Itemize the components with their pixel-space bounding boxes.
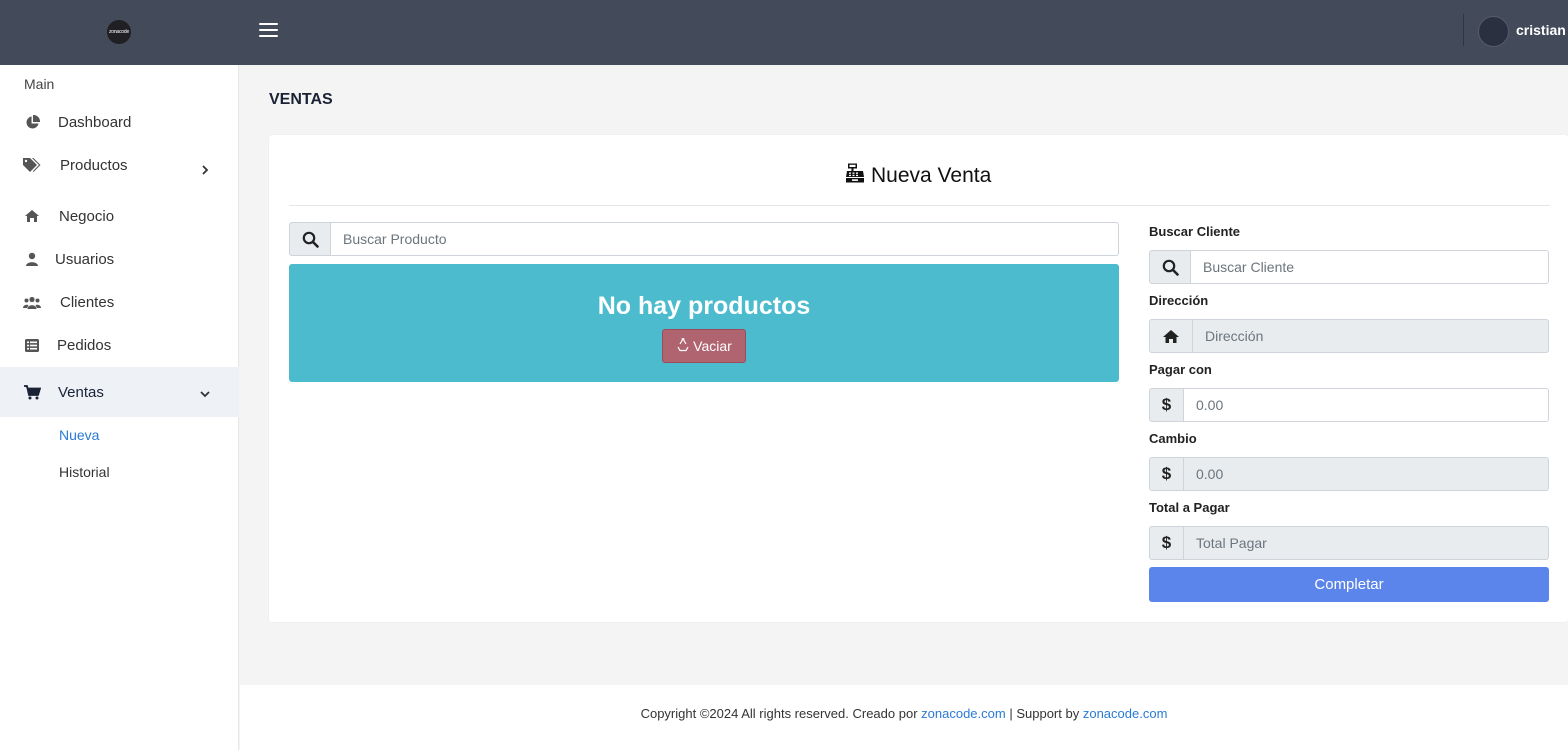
complete-button[interactable]: Completar	[1149, 567, 1549, 602]
chevron-right-icon	[199, 163, 211, 175]
brand-logo[interactable]: zonacode	[107, 20, 131, 44]
footer-text: Copyright ©2024 All rights reserved. Cre…	[240, 706, 1568, 721]
sidebar-item-negocio[interactable]: Negocio	[0, 194, 239, 238]
sidebar-item-clientes[interactable]: Clientes	[0, 280, 239, 324]
dollar-icon: $	[1149, 526, 1184, 560]
pagar-con-group: $	[1149, 388, 1549, 422]
direccion-input[interactable]	[1193, 319, 1549, 353]
footer-separator: | Support by	[1009, 706, 1080, 721]
cash-register-icon	[845, 163, 865, 189]
user-menu[interactable]: cristian▼	[1516, 22, 1568, 38]
menu-toggle-icon[interactable]	[259, 23, 279, 38]
client-search-group	[1149, 250, 1549, 284]
sidebar-item-pedidos[interactable]: Pedidos	[0, 323, 239, 367]
user-name: cristian	[1516, 22, 1566, 38]
card-title-text: Nueva Venta	[871, 164, 992, 187]
user-avatar[interactable]	[1478, 16, 1509, 47]
direccion-group	[1149, 319, 1549, 353]
top-navbar: zonacode cristian▼	[0, 0, 1568, 65]
list-icon	[23, 336, 41, 354]
client-search-input[interactable]	[1191, 250, 1549, 284]
direccion-label: Dirección	[1149, 293, 1209, 308]
sidebar-item-productos[interactable]: Productos	[0, 143, 239, 187]
recycle-icon	[676, 337, 690, 355]
client-label: Buscar Cliente	[1149, 224, 1241, 239]
sidebar-section-title: Main	[24, 76, 55, 92]
footer-copyright: Copyright ©2024 All rights reserved. Cre…	[640, 706, 918, 721]
product-search-group	[289, 222, 1119, 256]
vaciar-label: Vaciar	[693, 338, 732, 354]
user-icon	[23, 250, 41, 268]
tags-icon	[23, 156, 41, 174]
search-icon[interactable]	[1149, 250, 1191, 284]
sidebar-item-label: Clientes	[60, 293, 115, 311]
sidebar-item-label: Dashboard	[58, 113, 132, 131]
empty-products-alert: No hay productos Vaciar	[289, 264, 1119, 382]
page-title: VENTAS	[269, 91, 333, 108]
pagar-con-label: Pagar con	[1149, 362, 1212, 377]
cart-icon	[23, 383, 41, 401]
search-icon[interactable]	[289, 222, 331, 256]
home-icon	[23, 207, 41, 225]
navbar-divider	[1463, 14, 1464, 46]
cambio-group: $	[1149, 457, 1549, 491]
product-search-input[interactable]	[331, 222, 1119, 256]
sidebar-item-dashboard[interactable]: Dashboard	[0, 100, 239, 144]
footer: Copyright ©2024 All rights reserved. Cre…	[240, 685, 1568, 750]
total-input[interactable]	[1184, 526, 1549, 560]
total-group: $	[1149, 526, 1549, 560]
cambio-input[interactable]	[1184, 457, 1549, 491]
sidebar-subitem-nueva[interactable]: Nueva	[59, 427, 99, 443]
sidebar: Main Dashboard Productos Negocio Usuario…	[0, 65, 239, 750]
users-icon	[23, 293, 41, 311]
vaciar-button[interactable]: Vaciar	[662, 329, 746, 363]
sidebar-item-ventas[interactable]: Ventas	[0, 367, 239, 417]
sidebar-item-label: Pedidos	[57, 336, 112, 354]
dollar-icon: $	[1149, 457, 1184, 491]
sidebar-subitem-historial[interactable]: Historial	[59, 464, 110, 480]
footer-link-creator[interactable]: zonacode.com	[921, 706, 1006, 721]
brand-logo-text: zonacode	[108, 29, 130, 35]
sidebar-item-label: Productos	[60, 156, 128, 174]
divider	[289, 205, 1550, 206]
chart-pie-icon	[23, 113, 41, 131]
sidebar-item-label: Usuarios	[55, 250, 115, 268]
home-icon	[1149, 319, 1193, 353]
total-label: Total a Pagar	[1149, 500, 1230, 515]
empty-products-message: No hay productos	[597, 292, 811, 320]
sidebar-item-label: Negocio	[59, 207, 115, 225]
card-title: Nueva Venta	[845, 163, 991, 189]
sidebar-item-label: Ventas	[58, 383, 104, 401]
sidebar-item-usuarios[interactable]: Usuarios	[0, 237, 239, 281]
chevron-down-icon	[199, 387, 211, 399]
dollar-icon: $	[1149, 388, 1184, 422]
pagar-con-input[interactable]	[1184, 388, 1549, 422]
footer-link-support[interactable]: zonacode.com	[1083, 706, 1168, 721]
cambio-label: Cambio	[1149, 431, 1197, 446]
